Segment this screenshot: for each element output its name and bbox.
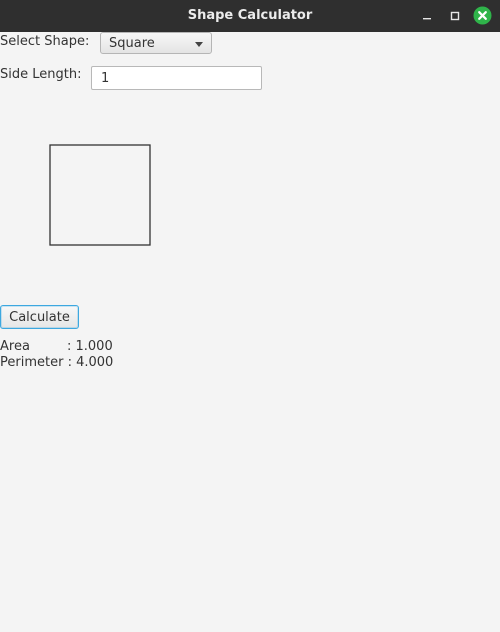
select-shape-label: Select Shape: [0,34,90,49]
perimeter-value: : 4.000 [67,355,114,370]
square-shape [49,144,151,246]
area-value: : 1.000 [67,339,113,354]
shape-preview [0,142,200,292]
close-button[interactable] [473,6,492,25]
chevron-down-icon [195,42,203,47]
side-length-input[interactable] [91,66,262,90]
minimize-icon [423,18,431,20]
shape-select[interactable]: Square [100,32,212,54]
side-length-label: Side Length: [0,67,82,82]
shape-select-value: Square [109,36,155,51]
area-label: Area [0,339,30,354]
shape-preview-canvas [49,144,151,246]
calculate-button[interactable]: Calculate [0,305,79,329]
client-area: Select Shape: Square Side Length: Calcul… [0,32,500,632]
maximize-icon [450,11,460,21]
close-icon [473,6,492,25]
title-bar: Shape Calculator [0,0,500,32]
perimeter-label: Perimeter [0,355,64,370]
perimeter-result: Perimeter : 4.000 [0,355,113,370]
area-result: Area : 1.000 [0,339,113,354]
minimize-button[interactable] [418,7,436,25]
maximize-button[interactable] [446,7,464,25]
